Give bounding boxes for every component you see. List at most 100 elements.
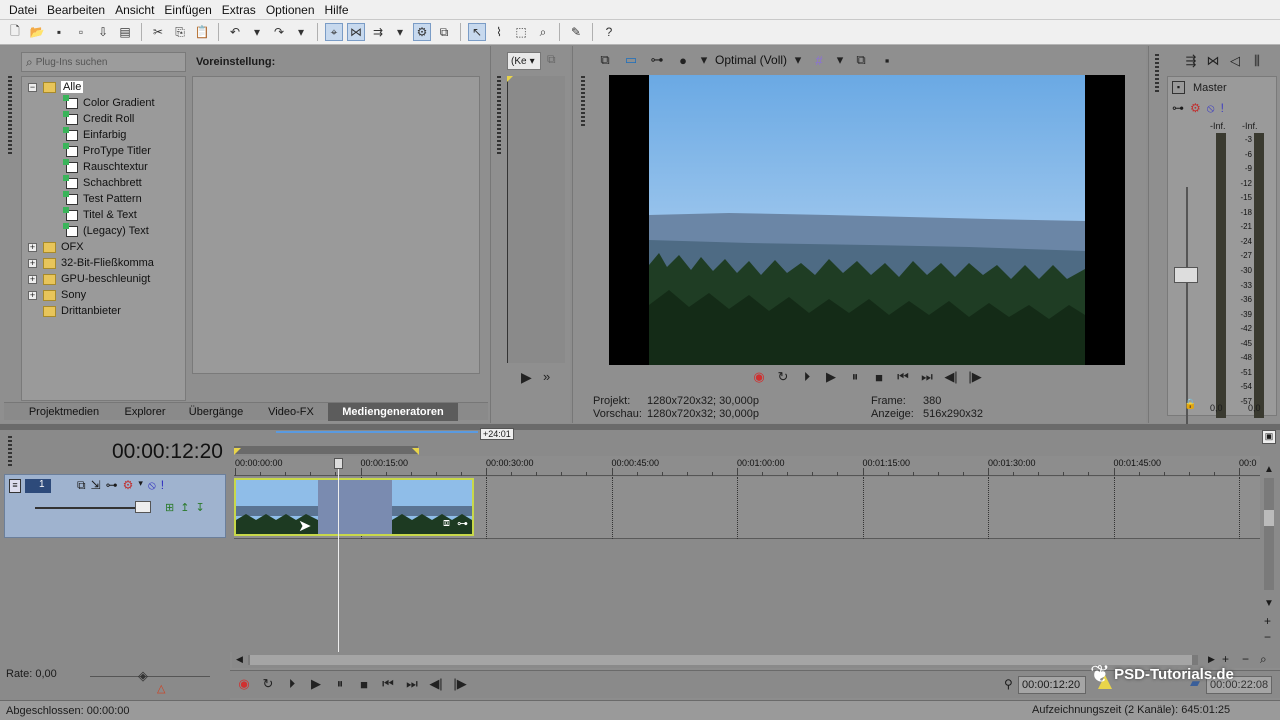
timeline-cursor[interactable] <box>338 458 339 652</box>
cursor-handle[interactable] <box>334 458 343 469</box>
record-icon[interactable]: ◉ <box>749 368 769 386</box>
new-file-icon[interactable]: 🗋 <box>6 23 24 41</box>
tab-explorer[interactable]: Explorer <box>114 403 176 421</box>
chevron-down-icon[interactable]: ▾ <box>793 51 803 69</box>
panel-grip[interactable] <box>497 76 501 156</box>
expand-icon[interactable]: + <box>28 242 37 252</box>
trimmer-options-icon[interactable]: ⧉ <box>547 52 556 67</box>
fx-gear-icon[interactable]: ⚙ <box>1190 101 1201 116</box>
go-to-end-icon[interactable]: ⏭ <box>402 675 422 693</box>
preview-properties-icon[interactable]: ⧉ <box>595 51 615 69</box>
bypass-icon[interactable]: ⦸ <box>1207 101 1215 116</box>
solo-icon[interactable]: ! <box>1221 101 1224 116</box>
tab-projektmedien[interactable]: Projektmedien <box>14 403 114 421</box>
make-compositing-child-icon[interactable]: ⊞ <box>165 501 174 514</box>
zoom-tool-icon[interactable]: ⌕ <box>1260 652 1267 667</box>
copy-icon[interactable]: ⎘ <box>171 23 189 41</box>
play-icon[interactable]: ▶ <box>821 368 841 386</box>
scroll-left-icon[interactable]: ◀ <box>236 654 243 665</box>
panel-grip[interactable] <box>581 76 585 126</box>
routing-icon[interactable]: ⊶ <box>1172 101 1184 116</box>
video-clip[interactable]: ⧈ ⊶ <box>234 478 474 536</box>
bus-properties-icon[interactable]: ⇶ <box>1183 52 1199 70</box>
pause-icon[interactable]: ⏸ <box>845 368 865 386</box>
preset-list[interactable] <box>192 76 480 374</box>
go-to-end-icon[interactable]: ⏭ <box>917 368 937 386</box>
stop-icon[interactable]: ■ <box>354 675 374 693</box>
rate-slider-handle[interactable]: ◈ <box>138 668 148 684</box>
master-fx-icon[interactable]: ▪ <box>1172 81 1185 94</box>
panel-grip[interactable] <box>8 76 12 156</box>
next-frame-icon[interactable]: |▶ <box>965 368 985 386</box>
tree-folder-32bit[interactable]: +32-Bit-Fließkomma <box>28 255 154 271</box>
zoom-out-horizontal-icon[interactable]: − <box>1242 652 1249 666</box>
compositing-mode-icon[interactable]: ⧉ <box>77 478 86 493</box>
expand-icon[interactable]: + <box>28 290 37 300</box>
normal-edit-tool-icon[interactable]: ↖ <box>468 23 486 41</box>
menu-ansicht[interactable]: Ansicht <box>110 3 159 17</box>
cursor-time-field[interactable]: 00:00:12:20 <box>1018 676 1086 694</box>
open-folder-icon[interactable]: 📂 <box>28 23 46 41</box>
save-snapshot-icon[interactable]: ▪ <box>877 51 897 69</box>
collapse-icon[interactable]: − <box>28 82 37 92</box>
trimmer-area[interactable] <box>507 76 565 363</box>
event-fx-icon[interactable]: ⊶ <box>457 517 468 530</box>
vertical-scrollbar-thumb[interactable] <box>1264 510 1274 526</box>
mixer-icon[interactable]: ⫼ <box>1249 52 1265 70</box>
copy-snapshot-icon[interactable]: ⧉ <box>851 51 871 69</box>
help-icon[interactable]: ? <box>600 23 618 41</box>
expand-track-icon[interactable]: ↧ <box>195 501 204 514</box>
loop-icon[interactable]: ↻ <box>258 675 278 693</box>
menu-hilfe[interactable]: Hilfe <box>320 3 354 17</box>
paste-icon[interactable]: 📋 <box>193 23 211 41</box>
menu-datei[interactable]: Datei <box>4 3 42 17</box>
save-icon[interactable]: ▪ <box>50 23 68 41</box>
scroll-down-icon[interactable]: ▼ <box>1264 598 1274 609</box>
record-icon[interactable]: ◉ <box>234 675 254 693</box>
lock-envelopes-icon[interactable]: ⚙ <box>413 23 431 41</box>
downmix-icon[interactable]: ⋈ <box>1205 52 1221 70</box>
cut-icon[interactable]: ✂ <box>149 23 167 41</box>
tree-folder-gpu[interactable]: + GPU-beschleunigt <box>28 271 150 287</box>
tree-item-test-pattern[interactable]: Test Pattern <box>63 190 142 207</box>
properties-icon[interactable]: ▤ <box>116 23 134 41</box>
chevron-down-icon[interactable]: ▾ <box>835 51 845 69</box>
menu-einfuegen[interactable]: Einfügen <box>159 3 216 17</box>
master-fader-handle[interactable] <box>1174 267 1198 283</box>
previous-frame-icon[interactable]: ◀| <box>941 368 961 386</box>
play-icon[interactable]: ▶ <box>306 675 326 693</box>
loop-start-marker[interactable] <box>234 448 241 455</box>
overlays-icon[interactable]: ● <box>673 51 693 69</box>
auto-ripple-icon[interactable]: ⇉ <box>369 23 387 41</box>
parent-motion-icon[interactable]: ⇲ <box>91 478 101 493</box>
panel-grip[interactable] <box>1155 54 1159 94</box>
menu-extras[interactable]: Extras <box>217 3 261 17</box>
next-frame-icon[interactable]: |▶ <box>450 675 470 693</box>
solo-track-icon[interactable]: ! <box>161 478 164 493</box>
chevron-down-icon[interactable]: ▾ <box>699 51 709 69</box>
pause-icon[interactable]: ⏸ <box>330 675 350 693</box>
tab-mediengeneratoren[interactable]: Mediengeneratoren <box>328 403 458 421</box>
loop-icon[interactable]: ↻ <box>773 368 793 386</box>
menu-optionen[interactable]: Optionen <box>261 3 320 17</box>
tree-item-rauschtextur[interactable]: Rauschtextur <box>63 158 148 175</box>
tree-item-einfarbig[interactable]: Einfarbig <box>63 126 126 143</box>
track-list-menu-icon[interactable]: ▣ <box>1262 430 1276 444</box>
loop-region[interactable]: +24:01 <box>234 428 1260 456</box>
expand-icon[interactable]: + <box>28 274 37 284</box>
zoom-in-vertical-icon[interactable]: + <box>1264 614 1271 628</box>
tab-uebergaenge[interactable]: Übergänge <box>180 403 252 421</box>
horizontal-scrollbar-thumb[interactable] <box>250 655 1192 665</box>
loop-bar[interactable] <box>276 431 478 433</box>
tree-item-credit-roll[interactable]: Credit Roll <box>63 110 134 127</box>
level-slider-handle[interactable] <box>135 501 151 513</box>
stop-icon[interactable]: ■ <box>869 368 889 386</box>
plugin-search-box[interactable]: ⌕ Plug-Ins suchen <box>21 52 186 72</box>
expand-icon[interactable]: + <box>28 258 37 268</box>
chevron-down-icon[interactable]: ▾ <box>138 478 143 493</box>
undo-icon[interactable]: ↶ <box>226 23 244 41</box>
selection-tool-icon[interactable]: ⬚ <box>512 23 530 41</box>
grid-icon[interactable]: # <box>809 51 829 69</box>
zoom-tool-icon[interactable]: ⌕ <box>534 23 552 41</box>
tree-folder-drittanbieter[interactable]: Drittanbieter <box>43 303 121 319</box>
